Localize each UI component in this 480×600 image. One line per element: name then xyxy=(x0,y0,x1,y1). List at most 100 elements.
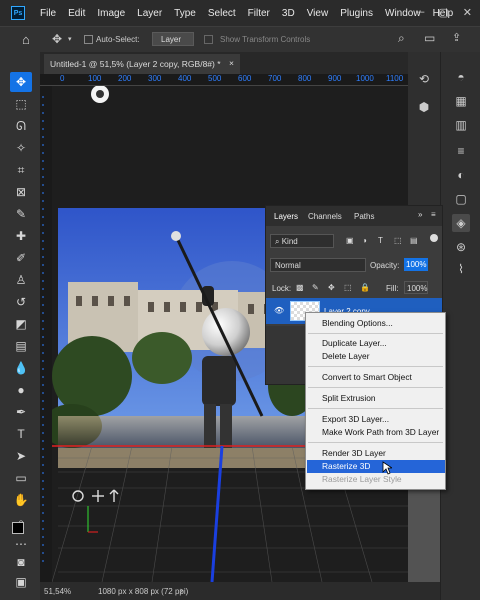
menu-item-export-3d-layer[interactable]: Export 3D Layer... xyxy=(322,413,445,426)
opacity-input[interactable]: 100% xyxy=(404,258,428,271)
screen-mode-icon[interactable]: ▣ xyxy=(10,572,32,592)
share-icon[interactable]: ⇪ xyxy=(452,31,461,44)
lock-image-icon[interactable]: ✎ xyxy=(312,283,319,292)
properties-panel-icon[interactable]: ≡ xyxy=(452,142,470,160)
path-selection-tool-icon[interactable]: ➤ xyxy=(10,446,32,466)
menu-item-make-work-path[interactable]: Make Work Path from 3D Layer xyxy=(322,426,445,439)
lasso-tool-icon[interactable]: ᘏ xyxy=(10,116,32,136)
panel-menu-icon[interactable]: ≡ xyxy=(431,210,436,219)
paths-panel-icon[interactable]: ⌇ xyxy=(452,260,470,278)
menu-edit[interactable]: Edit xyxy=(62,8,91,19)
visibility-eye-icon[interactable]: 👁 xyxy=(274,306,284,315)
menu-plugins[interactable]: Plugins xyxy=(334,8,379,19)
menu-view[interactable]: View xyxy=(301,8,335,19)
history-brush-tool-icon[interactable]: ↺ xyxy=(10,292,32,312)
menu-item-render-3d-layer[interactable]: Render 3D Layer xyxy=(322,447,445,460)
clone-stamp-tool-icon[interactable]: ♙ xyxy=(10,270,32,290)
swatches-panel-icon[interactable]: ▦ xyxy=(452,92,470,110)
status-menu-arrow-icon[interactable]: › xyxy=(180,585,183,595)
more-tools-icon[interactable]: ⋯ xyxy=(10,534,32,554)
blur-tool-icon[interactable]: 💧 xyxy=(10,358,32,378)
lock-all-icon[interactable]: 🔒 xyxy=(360,283,370,292)
document-tab[interactable]: Untitled-1 @ 51,5% (Layer 2 copy, RGB/8#… xyxy=(44,54,240,74)
tab-channels[interactable]: Channels xyxy=(308,212,342,221)
home-icon[interactable]: ⌂ xyxy=(22,32,30,47)
gradients-panel-icon[interactable]: ▥ xyxy=(452,116,470,134)
gradient-tool-icon[interactable]: ▤ xyxy=(10,336,32,356)
menu-file[interactable]: File xyxy=(34,8,62,19)
tab-layers[interactable]: Layers xyxy=(274,212,298,221)
menu-item-duplicate-layer[interactable]: Duplicate Layer... xyxy=(322,337,445,350)
color-panel-icon[interactable]: ◓ xyxy=(452,68,470,86)
tab-paths[interactable]: Paths xyxy=(354,212,374,221)
menu-item-rasterize-3d[interactable]: Rasterize 3D xyxy=(307,460,445,473)
pen-tool-icon[interactable]: ✒ xyxy=(10,402,32,422)
move-tool-icon[interactable]: ✥ xyxy=(10,72,32,92)
foreground-color-swatch[interactable] xyxy=(12,522,24,534)
maximize-icon[interactable]: ▢ xyxy=(438,6,448,19)
close-tab-icon[interactable]: × xyxy=(229,58,234,68)
healing-brush-tool-icon[interactable]: ✚ xyxy=(10,226,32,246)
quick-mask-icon[interactable]: ◙ xyxy=(10,552,32,572)
menu-item-blending-options[interactable]: Blending Options... xyxy=(322,317,445,330)
lock-artboard-icon[interactable]: ⬚ xyxy=(344,283,352,292)
collapse-panel-icon[interactable]: » xyxy=(418,210,422,219)
libraries-panel-icon[interactable]: ▢ xyxy=(452,190,470,208)
menu-item-convert-smart-object[interactable]: Convert to Smart Object xyxy=(322,371,445,384)
3d-panel-icon[interactable]: ⬢ xyxy=(415,98,433,116)
menu-select[interactable]: Select xyxy=(202,8,242,19)
marquee-tool-icon[interactable]: ⬚ xyxy=(10,94,32,114)
auto-select-checkbox[interactable] xyxy=(84,35,93,44)
lock-transparent-icon[interactable]: ▩ xyxy=(296,283,304,292)
lock-position-icon[interactable]: ✥ xyxy=(328,283,335,292)
filter-shape-icon[interactable]: ⬚ xyxy=(394,236,402,245)
zoom-level[interactable]: 51,54% xyxy=(44,587,71,596)
tools-panel: ✥ ⬚ ᘏ ✧ ⌗ ⊠ ✎ ✚ ✐ ♙ ↺ ◩ ▤ 💧 ● ✒ T ➤ ▭ ✋ … xyxy=(0,52,40,600)
auto-select-label: Auto-Select: xyxy=(96,35,140,44)
workspace-icon[interactable]: ▭ xyxy=(424,31,435,45)
type-tool-icon[interactable]: T xyxy=(10,424,32,444)
filter-kind-dropdown[interactable]: ⌕ Kind xyxy=(270,234,334,248)
close-icon[interactable]: ✕ xyxy=(463,6,472,19)
panel-dock: ◓ ▦ ▥ ≡ ◐ ▢ ◈ ⊛ ⌇ xyxy=(440,52,480,600)
dodge-tool-icon[interactable]: ● xyxy=(10,380,32,400)
crop-tool-icon[interactable]: ⌗ xyxy=(10,160,32,180)
eyedropper-tool-icon[interactable]: ✎ xyxy=(10,204,32,224)
show-transform-checkbox[interactable] xyxy=(204,35,213,44)
magic-wand-tool-icon[interactable]: ✧ xyxy=(10,138,32,158)
document-tab-bar: Untitled-1 @ 51,5% (Layer 2 copy, RGB/8#… xyxy=(40,52,440,74)
filter-adjustment-icon[interactable]: ◑ xyxy=(362,236,367,245)
fill-input[interactable]: 100% xyxy=(404,281,428,294)
history-panel-icon[interactable]: ⟲ xyxy=(415,70,433,88)
hand-tool-icon[interactable]: ✋ xyxy=(10,490,32,510)
menu-item-delete-layer[interactable]: Delete Layer xyxy=(322,350,445,363)
document-tab-title: Untitled-1 @ 51,5% (Layer 2 copy, RGB/8#… xyxy=(50,59,221,69)
channels-panel-icon[interactable]: ⊛ xyxy=(452,238,470,256)
rectangle-tool-icon[interactable]: ▭ xyxy=(10,468,32,488)
search-icon[interactable]: ⌕ xyxy=(398,31,405,46)
menu-item-split-extrusion[interactable]: Split Extrusion xyxy=(322,392,445,405)
filter-type-icon[interactable]: T xyxy=(378,236,383,245)
menu-layer[interactable]: Layer xyxy=(131,8,168,19)
eraser-tool-icon[interactable]: ◩ xyxy=(10,314,32,334)
menu-type[interactable]: Type xyxy=(168,8,202,19)
filter-pixel-icon[interactable]: ▣ xyxy=(346,236,354,245)
frame-tool-icon[interactable]: ⊠ xyxy=(10,182,32,202)
menu-image[interactable]: Image xyxy=(91,8,131,19)
menu-filter[interactable]: Filter xyxy=(242,8,276,19)
brush-tool-icon[interactable]: ✐ xyxy=(10,248,32,268)
tool-preset-chevron-icon[interactable]: ▾ xyxy=(68,35,72,43)
adjustments-panel-icon[interactable]: ◐ xyxy=(452,166,470,184)
minimize-icon[interactable]: – xyxy=(418,6,424,19)
layers-panel-icon[interactable]: ◈ xyxy=(452,214,470,232)
move-tool-icon[interactable]: ✥ xyxy=(52,32,62,46)
filter-toggle[interactable] xyxy=(430,234,438,242)
menu-separator xyxy=(308,387,443,388)
filter-smart-object-icon[interactable]: ▤ xyxy=(410,236,418,245)
auto-select-dropdown[interactable]: Layer xyxy=(152,32,194,46)
blend-mode-dropdown[interactable]: Normal xyxy=(270,258,366,272)
options-bar: ⌂ ✥ ▾ Auto-Select: Layer Show Transform … xyxy=(0,26,480,52)
menu-3d[interactable]: 3D xyxy=(276,8,301,19)
menu-separator xyxy=(308,366,443,367)
fill-label: Fill: xyxy=(386,284,399,293)
